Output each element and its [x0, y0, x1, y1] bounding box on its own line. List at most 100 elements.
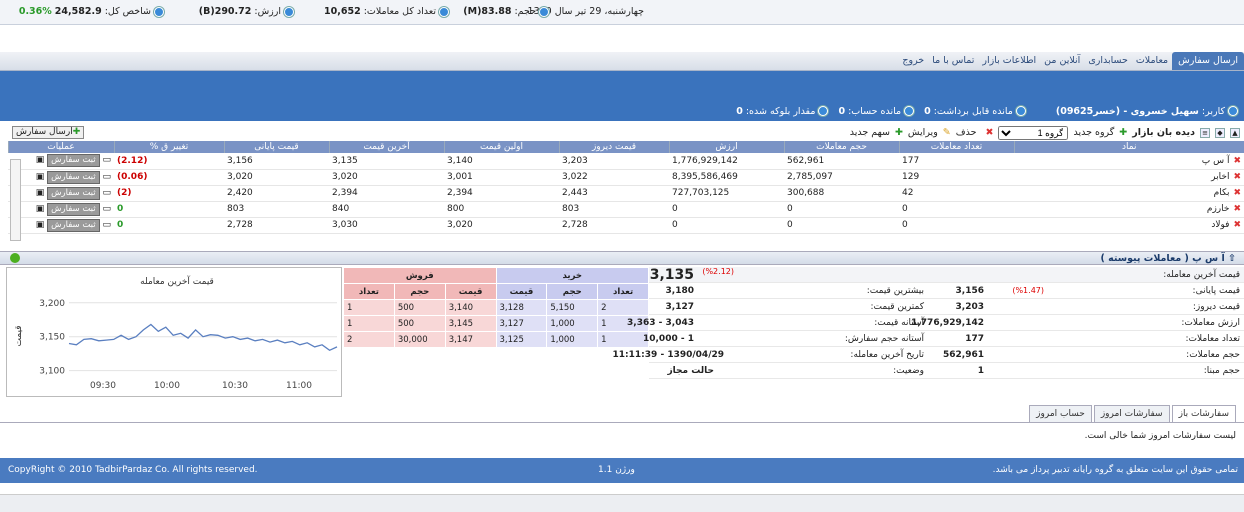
blocked-item: مقدار بلوکه شده: 0: [736, 106, 829, 117]
table-scrollbar[interactable]: [10, 159, 21, 241]
remove-icon[interactable]: ✖: [1233, 204, 1241, 214]
info-icon: [539, 6, 549, 17]
market-watch-table: نماد تعداد معاملات حجم معاملات ارزش قیمت…: [7, 141, 1244, 234]
tab-today-orders[interactable]: سفارشات امروز: [1093, 405, 1170, 422]
order-button[interactable]: ثبت سفارش: [47, 202, 100, 216]
collapse-icon[interactable]: ▲: [1230, 127, 1240, 138]
info-row: قیمت دیروز: 3,203 کمترین قیمت: 3,127: [649, 299, 1244, 315]
footer-copyright: CopyRight © 2010 TadbirPardaz Co. All ri…: [8, 465, 258, 475]
col-header[interactable]: تعداد معاملات: [898, 141, 1014, 153]
tab-logout[interactable]: خروج: [898, 53, 928, 70]
info-icon: [439, 6, 449, 17]
table-row[interactable]: ✖اخابر 129 2,785,097 8,395,586,469 3,022 3,00…: [8, 169, 1244, 186]
price-series-line: [68, 323, 338, 352]
watch-toolbar: ▲ ◆ ≡ دیده بان بازار ✚ گروه جدید گروه 1 …: [0, 124, 1244, 141]
table-row[interactable]: 1 1,000 3,125 3,147 30,000 2: [343, 331, 649, 348]
table-row[interactable]: ✖فولاد 0 0 0 2,728 3,020 3,030 2,728 0 ▭ ثبت سفار…: [8, 217, 1244, 234]
calc-icon[interactable]: ▣: [36, 188, 45, 198]
tab-today-account[interactable]: حساب امروز: [1029, 405, 1092, 422]
order-button[interactable]: ثبت سفارش: [47, 170, 100, 184]
user-bar: کاربر: سهیل خسروی - (خسر09625) مانده قابل…: [0, 101, 1244, 121]
ob-col: حجم: [546, 283, 599, 300]
footer-rights: تمامی حقوق این سایت متعلق به گروه رایانه…: [992, 465, 1238, 475]
col-header[interactable]: قیمت پایانی: [223, 141, 329, 153]
info-row: ارزش معاملات: 1,776,929,142 آستانه قیمت: 3,…: [627, 315, 1244, 331]
sell-header: فروش: [343, 267, 497, 284]
y-tick-label: 3,150: [39, 333, 65, 343]
calc-icon[interactable]: ▣: [36, 155, 45, 165]
tab-contact[interactable]: تماس با ما: [928, 53, 978, 70]
detail-header: ⇧ آ س پ ( معاملات پیوسته ): [0, 251, 1244, 265]
info-icon: [284, 6, 294, 17]
col-header[interactable]: اولین قیمت: [443, 141, 559, 153]
send-order-button[interactable]: ✚ارسال سفارش: [12, 126, 85, 139]
table-row[interactable]: ✖خارزم 0 0 0 803 800 840 803 0 ▭ ثبت سفارش ▣: [8, 201, 1244, 218]
info-icon: [904, 106, 915, 116]
tab-send-order[interactable]: ارسال سفارش: [1172, 52, 1244, 70]
edit-link[interactable]: ویرایش: [908, 127, 938, 138]
footer-version: ورژن 1.1: [598, 465, 635, 475]
col-header[interactable]: ارزش: [668, 141, 784, 153]
new-group-link[interactable]: گروه جدید: [1073, 127, 1114, 138]
minus-icon[interactable]: ▭: [102, 155, 111, 165]
x-tick-label: 11:00: [286, 381, 312, 391]
bottom-toolbar: [0, 494, 1244, 512]
table-row[interactable]: 2 5,150 3,128 3,140 500 1: [343, 299, 649, 316]
col-header[interactable]: عملیات: [7, 141, 114, 153]
tab-open-orders[interactable]: سفارشات باز: [1171, 405, 1236, 422]
value-item: ارزش: 290.72(B): [199, 6, 294, 17]
index-item: شاخص کل: 24,582.9 0.36%: [19, 6, 164, 17]
y-tick-label: 3,100: [39, 367, 65, 377]
y-tick-label: 3,200: [39, 299, 65, 309]
calc-icon[interactable]: ▣: [36, 172, 45, 182]
remove-icon[interactable]: ✖: [1233, 188, 1241, 198]
table-row[interactable]: ✖بکام 42 300,688 727,703,125 2,443 2,394 2,394…: [8, 185, 1244, 202]
empty-message: لیست سفارشات امروز شما خالی است.: [1084, 431, 1236, 441]
sort-icon[interactable]: ◆: [1215, 127, 1225, 138]
col-header[interactable]: تغییر ق %: [113, 141, 224, 153]
remove-icon[interactable]: ✖: [1233, 156, 1241, 166]
order-button[interactable]: ثبت سفارش: [47, 154, 100, 168]
table-row[interactable]: ✖آ س پ 177 562,961 1,776,929,142 3,203 3,140 3…: [8, 153, 1244, 170]
ob-col: تعداد: [343, 283, 395, 300]
ob-col: قیمت: [444, 283, 497, 300]
calc-icon[interactable]: ▣: [36, 220, 45, 230]
tab-accounting[interactable]: حسابداری: [1084, 53, 1132, 70]
delete-link[interactable]: حذف: [956, 127, 977, 138]
buy-header: خرید: [495, 267, 650, 284]
edit-icon: ✎: [942, 127, 951, 138]
chart-title: قیمت آخرین معامله: [140, 275, 214, 287]
tab-online[interactable]: آنلاین من: [1040, 53, 1084, 70]
calc-icon[interactable]: ▣: [36, 204, 45, 214]
status-icon: [10, 253, 20, 263]
remove-icon[interactable]: ✖: [1233, 220, 1241, 230]
col-header[interactable]: حجم معاملات: [783, 141, 899, 153]
main-nav: ارسال سفارش معاملات حسابداری آنلاین من ا…: [0, 52, 1244, 71]
order-book: خرید فروش تعداد حجم قیمت قیمت حجم تعداد 2 5,15…: [343, 267, 650, 348]
market-watch-title: دیده بان بازار: [1132, 127, 1195, 138]
tab-market-info[interactable]: اطلاعات بازار: [978, 53, 1040, 70]
order-button[interactable]: ثبت سفارش: [47, 218, 100, 232]
tab-trades[interactable]: معاملات: [1132, 53, 1172, 70]
info-icon: [818, 106, 829, 116]
group-select[interactable]: گروه 1: [998, 125, 1069, 140]
minus-icon[interactable]: ▭: [102, 220, 111, 230]
col-header[interactable]: آخرین قیمت: [328, 141, 444, 153]
minus-icon[interactable]: ▭: [102, 172, 111, 182]
user-item: کاربر: سهیل خسروی - (خسر09625): [1056, 106, 1238, 117]
order-button[interactable]: ثبت سفارش: [47, 186, 100, 200]
new-symbol-link[interactable]: سهم جدید: [850, 127, 890, 138]
chart-ylabel: قیمت: [14, 325, 24, 346]
info-icon: [154, 6, 164, 17]
minus-icon[interactable]: ▭: [102, 204, 111, 214]
price-chart: قیمت آخرین معامله قیمت 3,100 3,150 3,200 09…: [6, 267, 342, 397]
col-header[interactable]: نماد: [1013, 141, 1244, 153]
collapse-icon[interactable]: ⇧: [1225, 253, 1236, 264]
minus-icon[interactable]: ▭: [102, 188, 111, 198]
col-header[interactable]: قیمت دیروز: [558, 141, 669, 153]
list-icon[interactable]: ≡: [1200, 127, 1210, 138]
remove-icon[interactable]: ✖: [1233, 172, 1241, 182]
footer: تمامی حقوق این سایت متعلق به گروه رایانه…: [0, 458, 1244, 483]
table-row[interactable]: 1 1,000 3,127 3,145 500 1: [343, 315, 649, 332]
x-tick-label: 10:30: [222, 381, 248, 391]
